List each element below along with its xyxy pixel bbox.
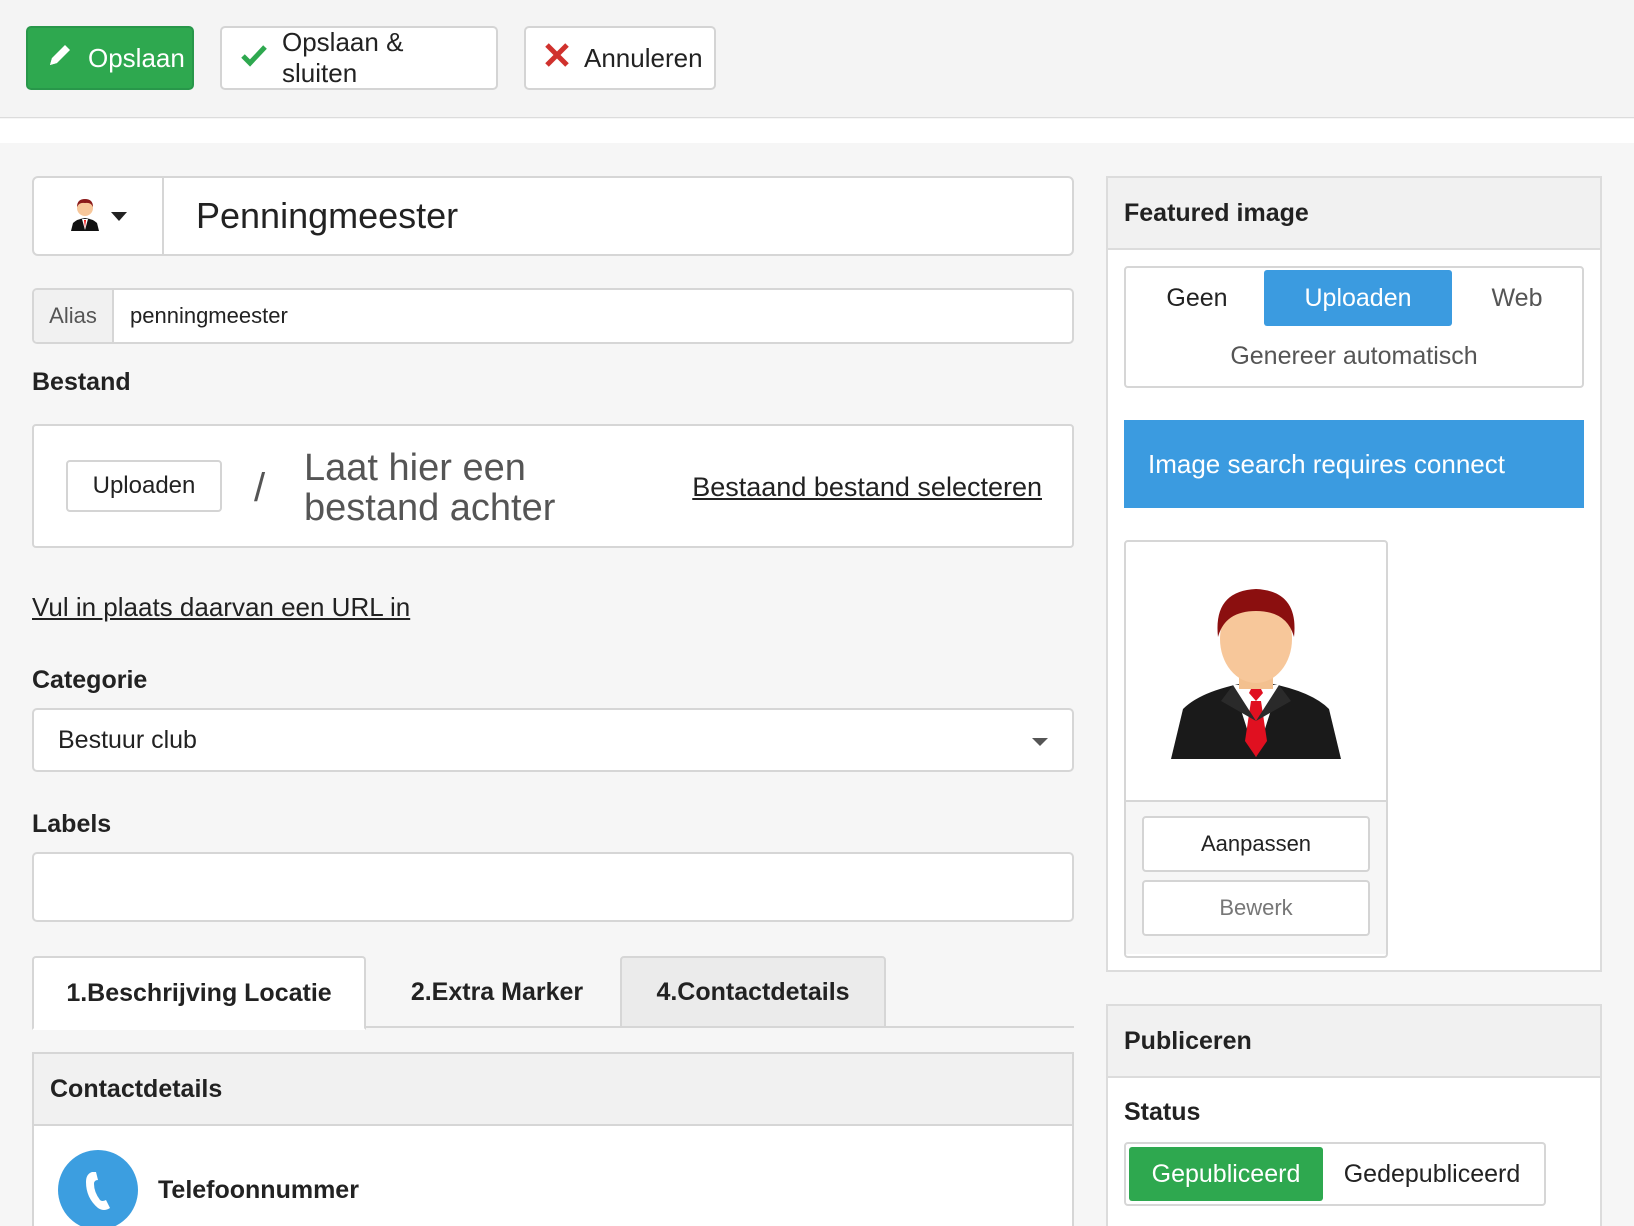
businessman-avatar-icon xyxy=(1171,589,1341,759)
enter-url-link[interactable]: Vul in plaats daarvan een URL in xyxy=(32,592,410,623)
cancel-button[interactable]: Annuleren xyxy=(524,26,716,90)
save-and-close-label: Opslaan & sluiten xyxy=(282,27,404,88)
alias-field: Alias penningmeester xyxy=(32,288,1074,344)
save-button[interactable]: Opslaan xyxy=(26,26,194,90)
file-dropzone[interactable]: Uploaden / Laat hier een bestand achter … xyxy=(32,424,1074,548)
marker-icon-dropdown[interactable] xyxy=(34,178,164,254)
labels-label: Labels xyxy=(32,810,112,838)
title-input[interactable]: Penningmeester xyxy=(164,178,1072,254)
publish-panel: Publiceren Status Gepubliceerd Gedepubli… xyxy=(1106,1004,1602,1226)
image-source-selector: Geen Uploaden Web Genereer automatisch xyxy=(1124,266,1584,388)
save-and-close-button[interactable]: Opslaan & sluiten xyxy=(220,26,498,90)
select-existing-file-link[interactable]: Bestaand bestand selecteren xyxy=(692,472,1042,503)
tab-extra-marker[interactable]: 2.Extra Marker xyxy=(366,956,628,1028)
cancel-button-label: Annuleren xyxy=(584,42,703,73)
labels-input[interactable] xyxy=(32,852,1074,922)
image-preview xyxy=(1126,542,1386,802)
category-select[interactable]: Bestuur club xyxy=(32,708,1074,772)
dropzone-text: Laat hier een bestand achter xyxy=(304,447,556,529)
close-icon xyxy=(544,42,570,75)
person-icon xyxy=(69,197,101,236)
category-value: Bestuur club xyxy=(58,725,197,754)
category-label: Categorie xyxy=(32,666,148,694)
tab-description-location[interactable]: 1.Beschrijving Locatie xyxy=(32,956,366,1030)
alias-label: Alias xyxy=(34,290,114,342)
alias-input[interactable]: penningmeester xyxy=(114,290,1072,342)
image-preview-card: Aanpassen Bewerk xyxy=(1124,540,1388,958)
pencil-icon xyxy=(46,41,74,76)
contact-details-panel: Contactdetails Telefoonnummer xyxy=(32,1052,1074,1226)
toolbar-divider xyxy=(0,119,1634,143)
publish-heading: Publiceren xyxy=(1108,1006,1600,1078)
status-published-button[interactable]: Gepubliceerd xyxy=(1129,1147,1323,1201)
toolbar: Opslaan Opslaan & sluiten Annuleren xyxy=(0,0,1634,118)
tab-contact-details[interactable]: 4.Contactdetails xyxy=(620,956,886,1028)
image-source-none[interactable]: Geen xyxy=(1132,270,1262,326)
image-search-notice: Image search requires connect xyxy=(1124,420,1584,508)
status-unpublished-button[interactable]: Gedepubliceerd xyxy=(1323,1147,1541,1201)
title-field: Penningmeester xyxy=(32,176,1074,256)
phone-label: Telefoonnummer xyxy=(158,1176,359,1204)
upload-file-button[interactable]: Uploaden xyxy=(66,460,222,512)
chevron-down-icon xyxy=(1032,738,1048,746)
separator-slash: / xyxy=(254,466,266,510)
file-label: Bestand xyxy=(32,368,131,396)
tab-bar: 1.Beschrijving Locatie 2.Extra Marker 4.… xyxy=(32,956,1074,1030)
status-label: Status xyxy=(1124,1098,1201,1126)
contact-details-heading: Contactdetails xyxy=(34,1054,1072,1126)
featured-image-panel: Featured image Geen Uploaden Web Generee… xyxy=(1106,176,1602,972)
image-source-web[interactable]: Web xyxy=(1458,270,1576,326)
status-toggle: Gepubliceerd Gedepubliceerd xyxy=(1124,1142,1546,1206)
adjust-image-button[interactable]: Aanpassen xyxy=(1142,816,1370,872)
phone-icon xyxy=(58,1150,138,1226)
image-card-actions: Aanpassen Bewerk xyxy=(1126,802,1386,954)
checkmark-icon xyxy=(240,43,268,74)
image-source-upload[interactable]: Uploaden xyxy=(1264,270,1452,326)
image-source-auto-generate[interactable]: Genereer automatisch xyxy=(1126,330,1582,382)
save-button-label: Opslaan xyxy=(88,42,185,73)
edit-image-button[interactable]: Bewerk xyxy=(1142,880,1370,936)
chevron-down-icon xyxy=(111,211,127,221)
featured-image-heading: Featured image xyxy=(1108,178,1600,250)
